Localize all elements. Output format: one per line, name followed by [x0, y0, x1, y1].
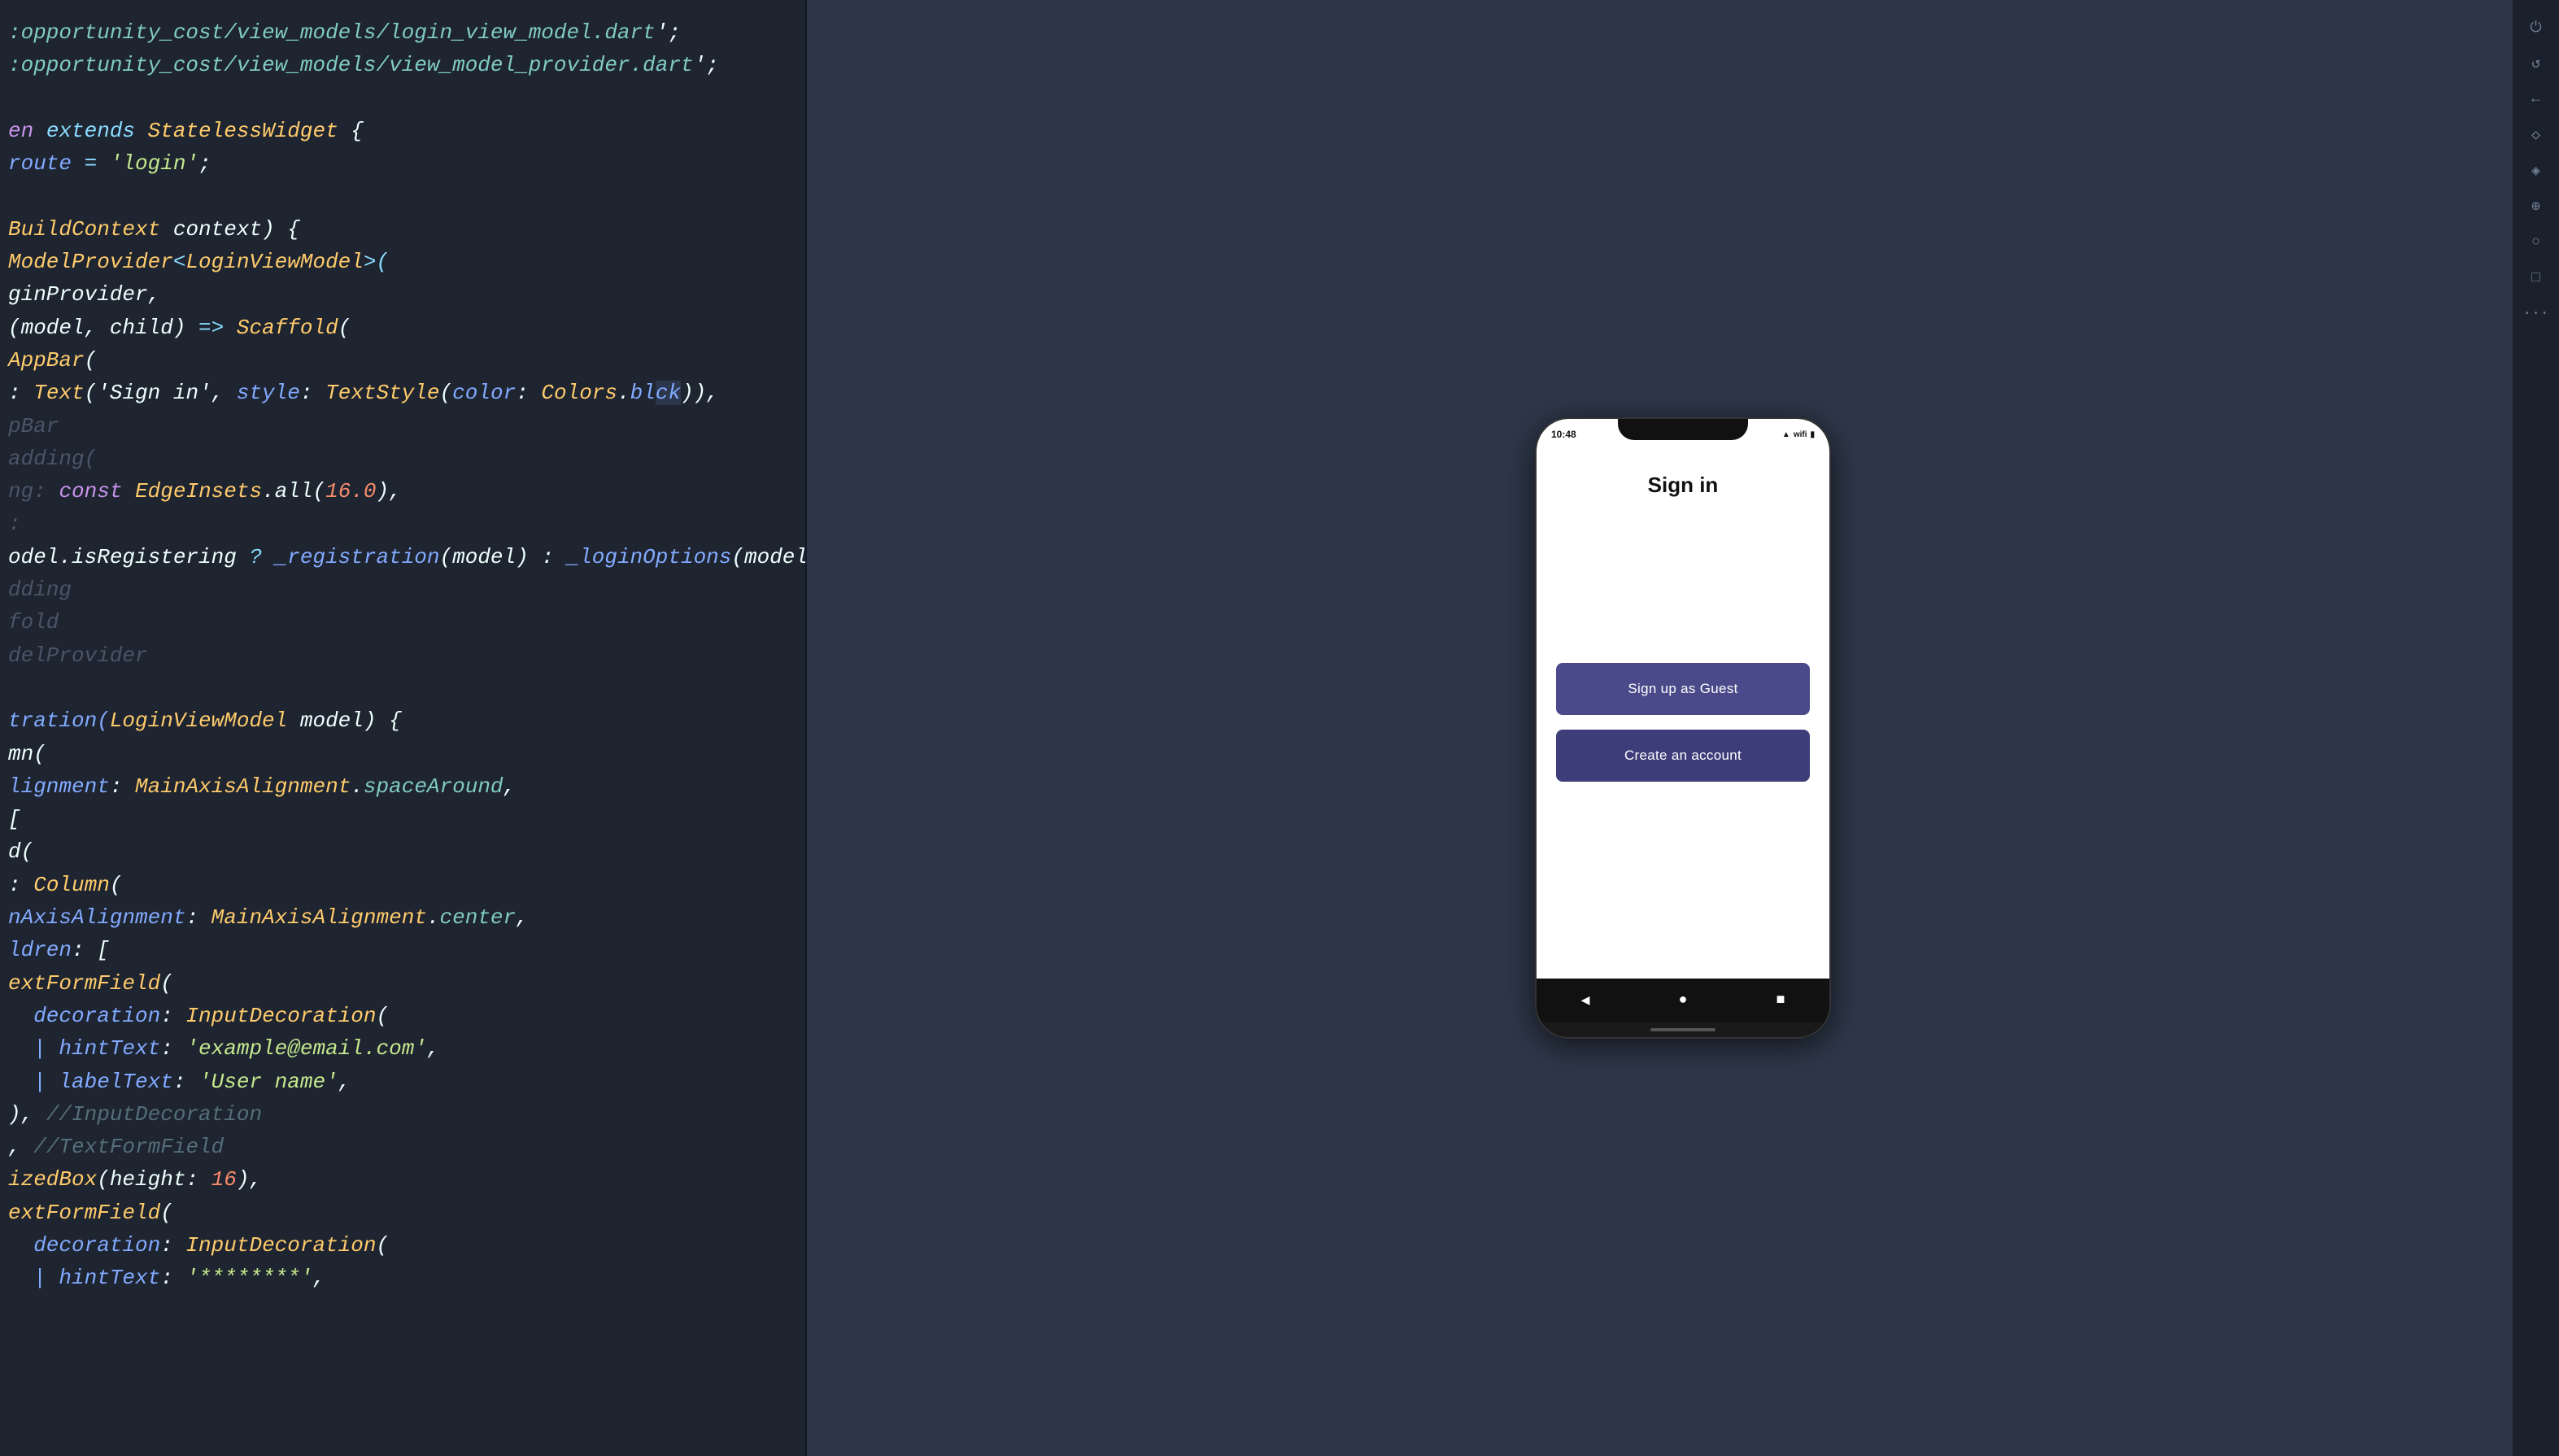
code-line: fold: [8, 606, 797, 639]
code-line: izedBox(height: 16),: [8, 1163, 797, 1196]
code-line: adding(: [8, 442, 797, 475]
circle-icon[interactable]: ○: [2522, 228, 2551, 257]
code-line: , //TextFormField: [8, 1131, 797, 1163]
code-line: extFormField(: [8, 967, 797, 1000]
code-line: tration(LoginViewModel model) {: [8, 704, 797, 737]
code-line: route = 'login';: [8, 147, 797, 180]
code-line: | hintText: '********',: [8, 1262, 797, 1294]
zoom-icon[interactable]: ⊕: [2522, 192, 2551, 221]
nav-recents-button[interactable]: ■: [1769, 989, 1792, 1012]
code-line: BuildContext context) {: [8, 213, 797, 246]
code-line: : Column(: [8, 869, 797, 901]
more-icon[interactable]: ···: [2522, 299, 2551, 329]
gesture-bar: [1537, 1022, 1829, 1037]
code-line: :opportunity_cost/view_models/login_view…: [8, 16, 797, 49]
phone-nav-bar: ◀ ● ■: [1537, 979, 1829, 1022]
code-line: AppBar(: [8, 344, 797, 377]
code-line: :: [8, 508, 797, 540]
signal-icon: ▲: [1782, 430, 1790, 439]
code-line: :opportunity_cost/view_models/view_model…: [8, 49, 797, 81]
buttons-area: Sign up as Guest Create an account: [1556, 498, 1810, 979]
code-line: extFormField(: [8, 1197, 797, 1229]
code-editor: :opportunity_cost/view_models/login_view…: [0, 0, 805, 1456]
code-line: odel.isRegistering ? _registration(model…: [8, 541, 797, 573]
code-line: ng: const EdgeInsets.all(16.0),: [8, 475, 797, 508]
square-icon[interactable]: □: [2522, 264, 2551, 293]
diamond-fill-icon[interactable]: ◈: [2522, 156, 2551, 185]
code-line: d(: [8, 835, 797, 868]
code-line: lignment: MainAxisAlignment.spaceAround,: [8, 770, 797, 803]
status-icons: ▲ wifi ▮: [1782, 430, 1815, 439]
sidebar-tools: ⏻ ↺ ← ◇ ◈ ⊕ ○ □ ···: [2512, 0, 2559, 1456]
code-line: ginProvider,: [8, 278, 797, 311]
code-line: : Text('Sign in', style: TextStyle(color…: [8, 377, 797, 409]
nav-back-button[interactable]: ◀: [1574, 989, 1597, 1012]
code-line: pBar: [8, 410, 797, 442]
code-line: ldren: [: [8, 934, 797, 966]
wifi-icon: wifi: [1794, 430, 1807, 439]
nav-home-button[interactable]: ●: [1672, 989, 1694, 1012]
code-line: decoration: InputDecoration(: [8, 1000, 797, 1032]
phone-notch: [1618, 419, 1748, 440]
back-icon[interactable]: ←: [2522, 85, 2551, 114]
code-line: ), //InputDecoration: [8, 1098, 797, 1131]
code-line: delProvider: [8, 639, 797, 672]
code-line: [: [8, 803, 797, 835]
code-line: dding: [8, 573, 797, 606]
sign-up-guest-button[interactable]: Sign up as Guest: [1556, 663, 1810, 715]
battery-icon: ▮: [1810, 430, 1815, 439]
code-line: [8, 180, 797, 212]
power-icon[interactable]: ⏻: [2522, 13, 2551, 42]
code-line: nAxisAlignment: MainAxisAlignment.center…: [8, 901, 797, 934]
diamond-icon[interactable]: ◇: [2522, 120, 2551, 150]
code-line: decoration: InputDecoration(: [8, 1229, 797, 1262]
code-line: ModelProvider<LoginViewModel>(: [8, 246, 797, 278]
app-title: Sign in: [1556, 473, 1810, 498]
app-screen: Sign in Sign up as Guest Create an accou…: [1537, 450, 1829, 979]
gesture-line: [1650, 1028, 1715, 1031]
code-line: mn(: [8, 738, 797, 770]
code-line: | hintText: 'example@email.com',: [8, 1032, 797, 1065]
rotate-icon[interactable]: ↺: [2522, 49, 2551, 78]
create-account-button[interactable]: Create an account: [1556, 730, 1810, 782]
status-time: 10:48: [1551, 429, 1576, 440]
code-line: (model, child) => Scaffold(: [8, 312, 797, 344]
code-line: [8, 672, 797, 704]
phone-frame: 10:48 ▲ wifi ▮ Sign in Sign up as Guest …: [1537, 419, 1829, 1037]
code-line: [8, 82, 797, 115]
code-line: | labelText: 'User name',: [8, 1066, 797, 1098]
right-panel: 10:48 ▲ wifi ▮ Sign in Sign up as Guest …: [807, 0, 2559, 1456]
code-line: en extends StatelessWidget {: [8, 115, 797, 147]
